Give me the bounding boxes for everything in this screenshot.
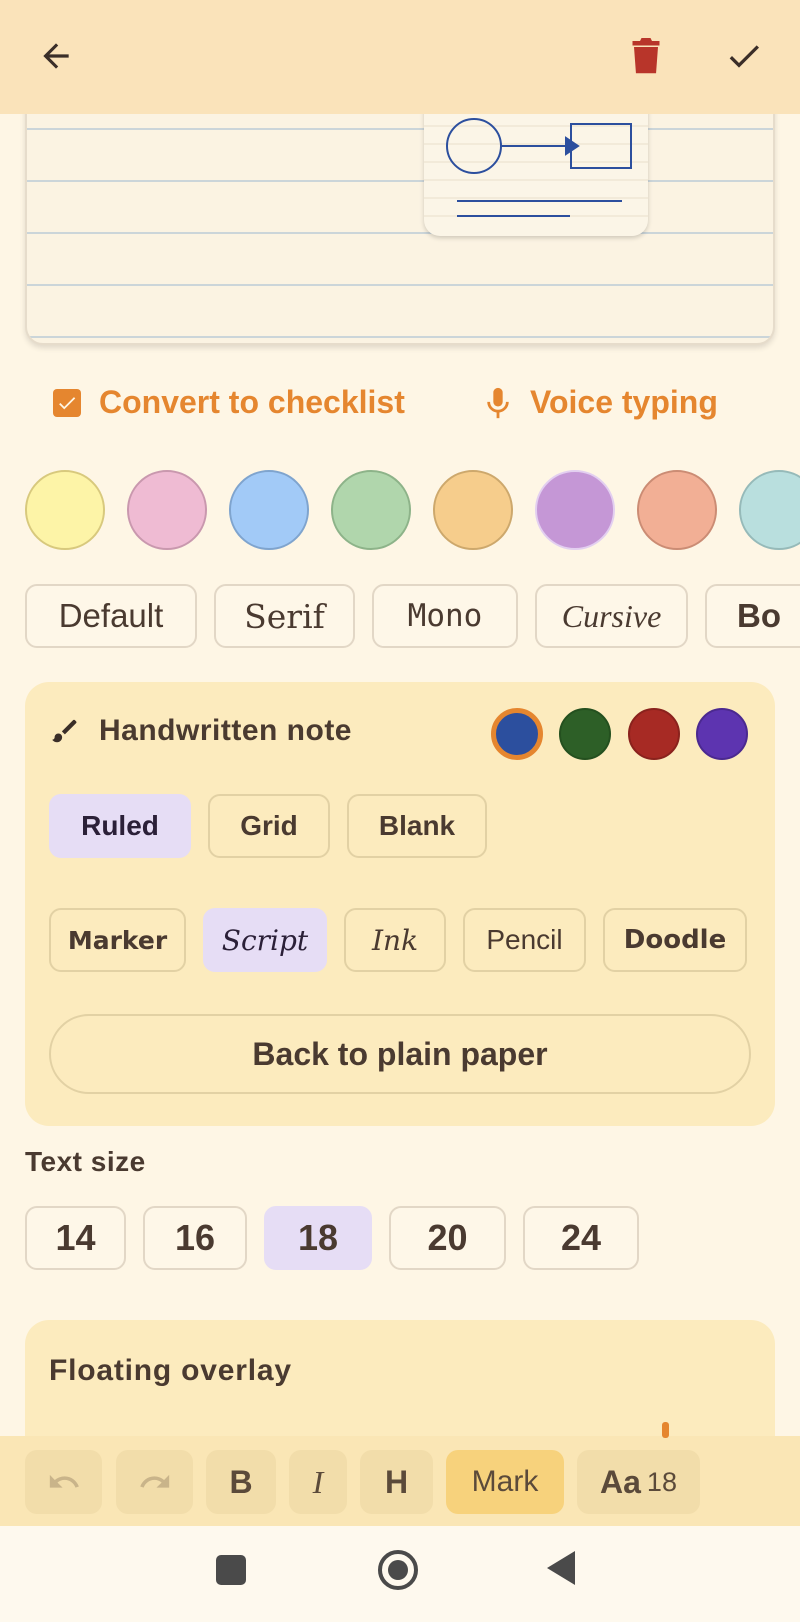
redo-icon xyxy=(139,1474,169,1488)
hand-doodle[interactable]: Doodle xyxy=(603,908,747,972)
font-serif[interactable]: Serif xyxy=(214,584,355,648)
voice-typing-label: Voice typing xyxy=(530,384,718,420)
delete-button[interactable] xyxy=(614,24,678,88)
check-icon xyxy=(729,45,759,68)
floating-overlay-title: Floating overlay xyxy=(49,1354,292,1387)
undo-icon xyxy=(49,1474,79,1488)
hand-pencil[interactable]: Pencil xyxy=(463,908,586,972)
font-bold[interactable]: Bo xyxy=(705,584,800,648)
note-color-yellow[interactable] xyxy=(25,470,105,550)
note-color-teal[interactable] xyxy=(739,470,800,550)
pen-color-green[interactable] xyxy=(559,708,611,760)
redo-button[interactable] xyxy=(116,1450,193,1514)
paper-grid[interactable]: Grid xyxy=(208,794,330,858)
system-nav-bar xyxy=(0,1526,800,1622)
font-mono[interactable]: Mono xyxy=(372,584,518,648)
convert-checklist-label: Convert to checklist xyxy=(99,384,405,420)
paper-blank[interactable]: Blank xyxy=(347,794,487,858)
handwritten-title: Handwritten note xyxy=(49,714,352,748)
done-button[interactable] xyxy=(712,24,776,88)
pen-color-red[interactable] xyxy=(628,708,680,760)
paper-ruled[interactable]: Ruled xyxy=(49,794,191,858)
note-color-blue[interactable] xyxy=(229,470,309,550)
text-size-button[interactable]: Aa 18 xyxy=(577,1450,700,1514)
pen-color-blue[interactable] xyxy=(491,708,543,760)
font-cursive[interactable]: Cursive xyxy=(535,584,688,648)
brush-icon xyxy=(52,719,77,743)
scroll-indicator xyxy=(662,1422,669,1438)
hand-marker[interactable]: Marker xyxy=(49,908,186,972)
note-color-pink[interactable] xyxy=(127,470,207,550)
recents-icon[interactable] xyxy=(215,1554,247,1586)
pen-color-purple[interactable] xyxy=(696,708,748,760)
back-button[interactable] xyxy=(24,24,88,88)
note-color-salmon[interactable] xyxy=(637,470,717,550)
text-size-label: Text size xyxy=(25,1146,146,1177)
hand-script[interactable]: Script xyxy=(203,908,327,972)
font-default[interactable]: Default xyxy=(25,584,197,648)
microphone-icon xyxy=(487,387,509,418)
format-toolbar: B I H Mark Aa 18 xyxy=(0,1436,800,1526)
handwritten-note-card: Handwritten note Ruled Grid Blank Marker… xyxy=(25,682,775,1126)
trash-icon xyxy=(632,38,660,74)
top-app-bar xyxy=(0,0,800,114)
hand-ink[interactable]: Ink xyxy=(344,908,446,972)
text-size-14[interactable]: 14 xyxy=(25,1206,126,1270)
back-to-plain-paper-button[interactable]: Back to plain paper xyxy=(49,1014,751,1094)
text-size-24[interactable]: 24 xyxy=(523,1206,639,1270)
note-color-green[interactable] xyxy=(331,470,411,550)
checkbox-icon xyxy=(53,388,81,417)
text-size-20[interactable]: 20 xyxy=(389,1206,506,1270)
text-size-16[interactable]: 16 xyxy=(143,1206,247,1270)
back-nav-icon[interactable] xyxy=(545,1550,577,1586)
heading-button[interactable]: H xyxy=(360,1450,433,1514)
italic-button[interactable]: I xyxy=(289,1450,347,1514)
bold-button[interactable]: B xyxy=(206,1450,276,1514)
text-size-18[interactable]: 18 xyxy=(264,1206,372,1270)
mark-button[interactable]: Mark xyxy=(446,1450,564,1514)
undo-button[interactable] xyxy=(25,1450,102,1514)
voice-typing-button[interactable]: Voice typing xyxy=(484,384,718,421)
convert-checklist-button[interactable]: Convert to checklist xyxy=(53,384,405,421)
arrow-left-icon xyxy=(43,43,69,69)
home-icon[interactable] xyxy=(376,1548,420,1592)
note-color-orange[interactable] xyxy=(433,470,513,550)
note-color-purple[interactable] xyxy=(535,470,615,550)
